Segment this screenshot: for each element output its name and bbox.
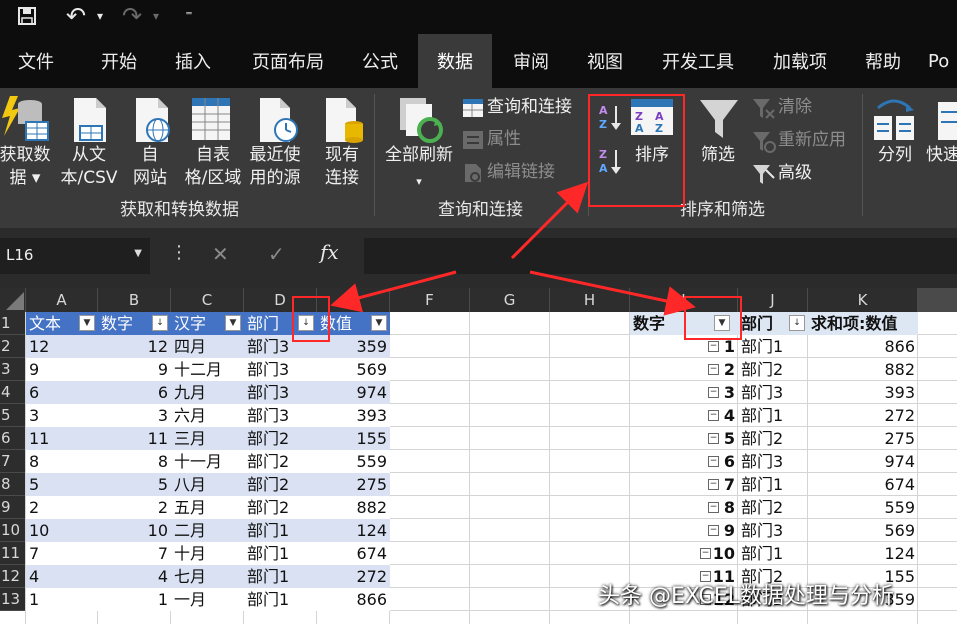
arrow-to-pivot	[529, 270, 696, 316]
annotation-arrows	[330, 181, 696, 316]
arrow-to-filter	[330, 270, 457, 313]
arrow-to-sort	[510, 181, 589, 260]
watermark: 头条 @EXCEL数据处理与分析	[598, 584, 894, 609]
